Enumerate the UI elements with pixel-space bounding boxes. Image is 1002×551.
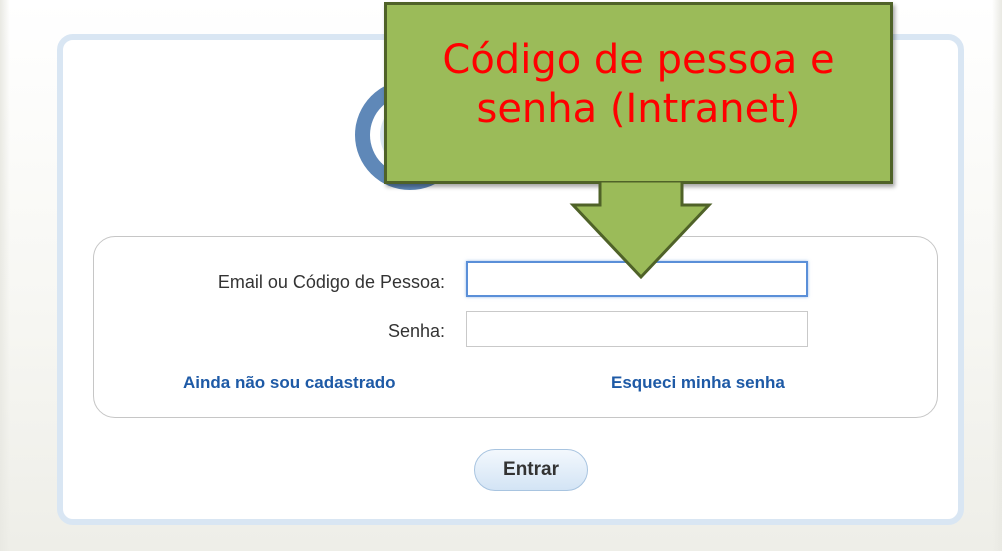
callout-line-2: senha (Intranet)	[476, 86, 801, 132]
page-shadow-left	[0, 0, 10, 551]
email-label: Email ou Código de Pessoa:	[217, 272, 445, 292]
down-arrow-icon	[569, 181, 713, 280]
callout-text: Código de pessoa e senha (Intranet)	[387, 36, 890, 134]
login-button[interactable]: Entrar	[474, 449, 588, 491]
password-input[interactable]	[466, 311, 808, 347]
register-link[interactable]: Ainda não sou cadastrado	[183, 373, 396, 393]
page-shadow-right	[992, 0, 1002, 551]
password-label: Senha:	[387, 321, 445, 341]
callout-line-1: Código de pessoa e	[442, 37, 835, 83]
forgot-password-link[interactable]: Esqueci minha senha	[611, 373, 785, 393]
